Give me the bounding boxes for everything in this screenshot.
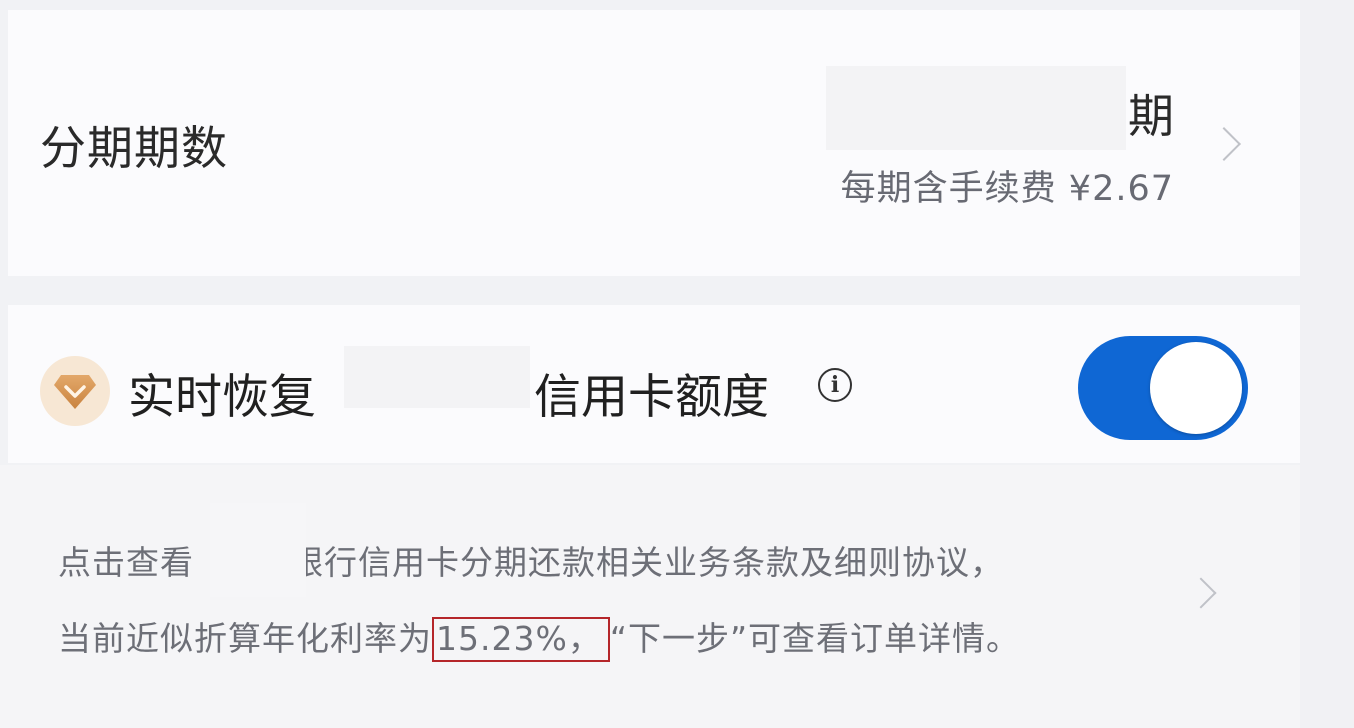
terms-line1-suffix: 银行信用卡分期还款相关业务条款及细则协议，	[290, 543, 1004, 582]
installment-periods-label: 分期期数	[40, 121, 228, 175]
right-gutter	[1300, 0, 1354, 728]
terms-line2-suffix: “下一步”可查看订单详情。	[609, 619, 1021, 658]
annual-rate-highlight: 15.23%，	[432, 617, 610, 662]
redacted-terms-bank-name	[210, 503, 306, 597]
toggle-knob	[1150, 342, 1242, 434]
period-unit: 期	[1128, 89, 1174, 143]
diamond-badge-icon	[40, 356, 110, 426]
terms-line-1: 点击查看 银行信用卡分期还款相关业务条款及细则协议，	[58, 536, 1004, 584]
terms-card[interactable]	[0, 465, 1300, 728]
per-period-fee: 每期含手续费 ¥2.67	[840, 169, 1174, 209]
redacted-period-value	[826, 66, 1126, 150]
info-icon[interactable]: i	[818, 368, 852, 402]
redacted-bank-name	[344, 346, 530, 408]
restore-limit-label-prefix: 实时恢复	[128, 370, 316, 425]
restore-limit-toggle[interactable]	[1078, 336, 1248, 440]
terms-line2-prefix: 当前近似折算年化利率为	[58, 619, 432, 658]
terms-line-2: 当前近似折算年化利率为 15.23%， “下一步”可查看订单详情。	[58, 612, 1021, 662]
terms-line1-prefix: 点击查看	[58, 543, 194, 582]
restore-limit-label-suffix: 信用卡额度	[534, 370, 769, 425]
